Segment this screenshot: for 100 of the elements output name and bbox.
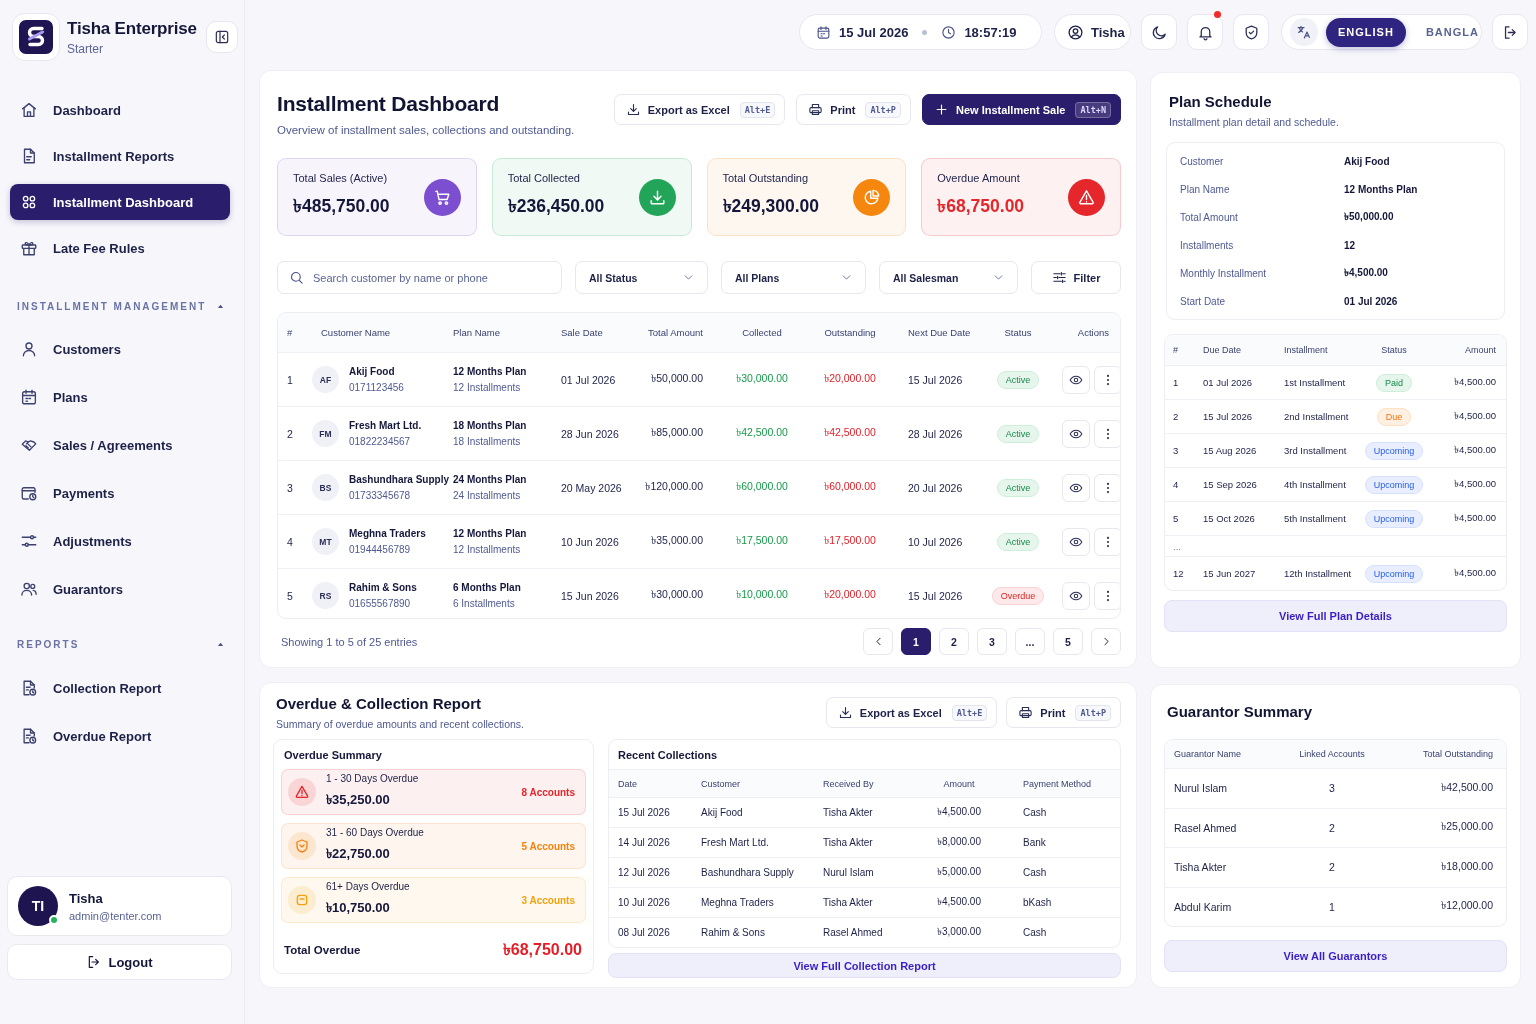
calendar-icon <box>816 24 831 40</box>
table-cell: ৳4,500.00 <box>1454 444 1496 455</box>
customer-name: Fresh Mart Ltd. <box>349 420 422 431</box>
column-header: Payment Method <box>1023 778 1092 789</box>
nav-item[interactable]: Adjustments <box>10 523 230 559</box>
account-count: 8 Accounts <box>521 786 575 798</box>
user-menu-button[interactable]: Tisha <box>1054 14 1131 50</box>
status-badge: Upcoming <box>1364 475 1424 494</box>
table-cell: 14 Jul 2026 <box>618 837 670 848</box>
table-cell: 10 Jul 2026 <box>908 535 963 548</box>
notifications-button[interactable] <box>1187 14 1223 50</box>
table-cell: ৳4,500.00 <box>1454 376 1496 387</box>
filter-button[interactable]: Filter <box>1031 261 1121 294</box>
page-button[interactable]: 5 <box>1053 628 1083 655</box>
plan-name: 24 Months Plan <box>453 474 527 485</box>
page-button[interactable]: ... <box>1015 628 1045 655</box>
view-button[interactable] <box>1062 365 1090 394</box>
nav-item[interactable]: Overdue Report <box>10 718 230 754</box>
table-cell: 08 Jul 2026 <box>618 927 670 938</box>
table-cell: 3 <box>287 481 293 494</box>
column-header: Outstanding <box>824 327 876 338</box>
nav-item[interactable]: Collection Report <box>10 670 230 706</box>
status-badge: Upcoming <box>1364 564 1424 583</box>
column-header: Amount <box>1464 345 1496 355</box>
plan-name: 6 Months Plan <box>453 582 521 593</box>
view-guarantors-button[interactable]: View All Guarantors <box>1164 940 1507 972</box>
table-cell: Bank <box>1023 837 1046 848</box>
language-option[interactable]: ENGLISH <box>1326 17 1406 47</box>
page-title: Installment Dashboard <box>277 91 500 117</box>
column-header: Guarantor Name <box>1174 749 1242 759</box>
nav-item[interactable]: Dashboard <box>10 92 230 128</box>
table-cell: Rasel Ahmed <box>1174 821 1237 834</box>
detail-value: ৳50,000.00 <box>1344 209 1394 224</box>
security-button[interactable] <box>1233 14 1269 50</box>
page-button[interactable]: 1 <box>901 628 931 655</box>
theme-toggle-button[interactable] <box>1141 14 1177 50</box>
print-button[interactable]: Print Alt+P <box>796 94 911 125</box>
section-toggle[interactable]: INSTALLMENT MANAGEMENT <box>10 298 225 314</box>
view-button[interactable] <box>1062 419 1090 448</box>
view-collection-report-button[interactable]: View Full Collection Report <box>608 953 1121 978</box>
status-badge: Overdue <box>991 586 1045 605</box>
page-button[interactable]: 3 <box>977 628 1007 655</box>
export-excel-button[interactable]: Export as Excel Alt+E <box>825 697 998 728</box>
nav-item[interactable]: Sales / Agreements <box>10 427 230 463</box>
entries-info: Showing 1 to 5 of 25 entries <box>280 635 418 648</box>
logo-icon <box>12 13 60 61</box>
table-cell: ৳30,000.00 <box>736 372 788 384</box>
filter-dropdown[interactable]: All Salesman <box>879 261 1018 294</box>
table-cell: ৳4,500.00 <box>937 806 981 817</box>
grid-icon <box>20 193 38 211</box>
shortcut-hint: Alt+N <box>1075 101 1111 118</box>
plan-name: 12 Months Plan <box>453 366 527 377</box>
customer-name: Bashundhara Supply <box>349 474 449 485</box>
filter-dropdown[interactable]: All Status <box>575 261 708 294</box>
detail-label: Start Date <box>1180 295 1227 307</box>
export-excel-button[interactable]: Export as Excel Alt+E <box>613 94 786 125</box>
filter-dropdown[interactable]: All Plans <box>721 261 866 294</box>
search-field[interactable]: Search customer by name or phone <box>277 261 562 294</box>
bucket-label: 1 - 30 Days Overdue <box>326 773 419 784</box>
status-badge: Active <box>996 370 1040 389</box>
language-option[interactable]: BANGLA <box>1413 17 1491 47</box>
view-button[interactable] <box>1062 473 1090 502</box>
bucket-label: 31 - 60 Days Overdue <box>326 827 424 838</box>
nav-item[interactable]: Customers <box>10 331 230 367</box>
table-cell: 3 <box>1173 445 1179 456</box>
detail-label: Total Amount <box>1180 211 1239 223</box>
nav-item[interactable]: Late Fee Rules <box>10 230 230 266</box>
section-toggle[interactable]: REPORTS <box>10 636 225 652</box>
detail-value: 12 Months Plan <box>1344 183 1418 195</box>
panel-title: Overdue Summary <box>283 748 382 762</box>
sign-out-button[interactable] <box>1492 14 1528 50</box>
page-button[interactable]: 2 <box>939 628 969 655</box>
total-label: Total Overdue <box>284 944 361 956</box>
column-header: Amount <box>943 778 975 789</box>
table-cell: Abdul Karim <box>1174 900 1232 913</box>
view-button[interactable] <box>1062 581 1090 610</box>
nav-item[interactable]: Guarantors <box>10 571 230 607</box>
new-sale-button[interactable]: New Installment Sale Alt+N <box>921 94 1121 125</box>
table-cell: ৳42,500.00 <box>824 426 876 438</box>
nav-item[interactable]: Payments <box>10 475 230 511</box>
nav-item[interactable]: Plans <box>10 379 230 415</box>
view-button[interactable] <box>1062 527 1090 556</box>
table-cell: ৳4,500.00 <box>1454 512 1496 523</box>
table-cell: ৳8,000.00 <box>937 836 981 847</box>
print-button[interactable]: Print Alt+P <box>1006 697 1121 728</box>
overdue-amount: ৳22,750.00 <box>326 845 390 863</box>
search-icon <box>289 270 304 285</box>
table-cell: Fresh Mart Ltd. <box>701 837 769 848</box>
table-cell: ৳5,000.00 <box>937 866 981 877</box>
nav-item[interactable]: Installment Reports <box>10 138 230 174</box>
detail-value: 12 <box>1344 239 1356 251</box>
view-plan-details-button[interactable]: View Full Plan Details <box>1164 600 1507 632</box>
avatar: TI <box>18 886 58 926</box>
logout-button[interactable]: Logout <box>7 944 232 980</box>
table-cell: 5 <box>287 589 293 602</box>
table-cell: 2 <box>1329 861 1335 874</box>
nav-item[interactable]: Installment Dashboard <box>10 184 230 220</box>
status-badge: Upcoming <box>1364 509 1424 528</box>
collapse-sidebar-button[interactable] <box>206 21 238 53</box>
plan-label: Starter <box>67 41 103 56</box>
